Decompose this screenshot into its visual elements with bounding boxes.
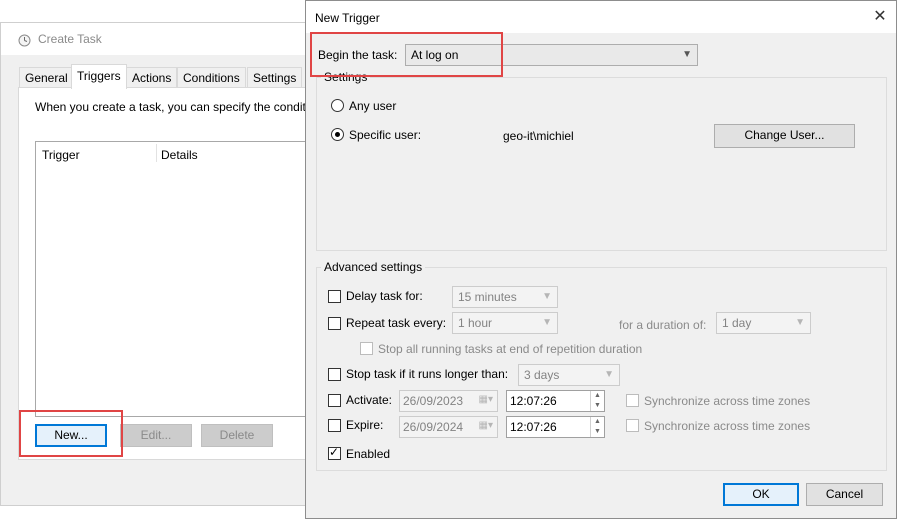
duration-label: for a duration of:: [619, 318, 707, 332]
duration-value: 1 day: [722, 316, 752, 330]
repeat-task-label[interactable]: Repeat task every:: [346, 316, 446, 330]
stop-longer-label[interactable]: Stop task if it runs longer than:: [346, 367, 508, 381]
close-icon[interactable]: ✕: [866, 5, 894, 29]
expire-date-value: 26/09/2024: [403, 420, 464, 434]
expire-label[interactable]: Expire:: [346, 418, 383, 432]
tab-actions[interactable]: Actions: [126, 67, 178, 88]
chevron-down-icon: ▼: [542, 317, 552, 328]
chevron-down-icon: ▼: [682, 49, 692, 60]
tab-triggers[interactable]: Triggers: [71, 64, 127, 89]
edit-trigger-button[interactable]: Edit...: [120, 424, 192, 447]
expire-checkbox[interactable]: [328, 419, 341, 432]
specific-user-radio[interactable]: [331, 128, 344, 141]
stop-longer-dropdown[interactable]: 3 days ▼: [518, 364, 620, 386]
activate-sync-checkbox[interactable]: [626, 394, 639, 407]
column-header-trigger[interactable]: Trigger: [42, 148, 80, 162]
any-user-radio[interactable]: [331, 99, 344, 112]
column-header-details[interactable]: Details: [161, 148, 198, 162]
expire-sync-checkbox[interactable]: [626, 419, 639, 432]
duration-dropdown[interactable]: 1 day ▼: [716, 312, 811, 334]
stop-longer-value: 3 days: [524, 368, 560, 382]
activate-sync-label[interactable]: Synchronize across time zones: [644, 394, 810, 408]
begin-task-highlight: [310, 32, 503, 77]
repeat-task-value: 1 hour: [458, 316, 493, 330]
advanced-settings-label: Advanced settings: [321, 260, 426, 274]
delay-task-checkbox[interactable]: [328, 290, 341, 303]
column-separator[interactable]: [156, 144, 157, 162]
tab-general[interactable]: General: [19, 67, 74, 88]
stop-all-tasks-checkbox[interactable]: [360, 342, 373, 355]
new-trigger-dialog: New Trigger ✕ Begin the task: At log on …: [305, 0, 897, 519]
activate-date-value: 26/09/2023: [403, 394, 464, 408]
tab-settings[interactable]: Settings: [247, 67, 303, 88]
delete-trigger-button[interactable]: Delete: [201, 424, 273, 447]
delay-task-value: 15 minutes: [458, 290, 517, 304]
stop-longer-checkbox[interactable]: [328, 368, 341, 381]
calendar-icon: ▦▾: [478, 394, 493, 405]
settings-group: [316, 77, 887, 251]
activate-date-picker[interactable]: 26/09/2023 ▦▾: [399, 390, 498, 412]
spinner-arrows-icon[interactable]: ▲ ▼: [590, 391, 604, 411]
specific-user-label[interactable]: Specific user:: [349, 128, 421, 142]
spinner-arrows-icon[interactable]: ▲ ▼: [590, 417, 604, 437]
expire-time-value: 12:07:26: [510, 420, 557, 434]
specific-user-value: geo-it\michiel: [503, 129, 574, 143]
expire-time-input[interactable]: 12:07:26 ▲ ▼: [506, 416, 605, 438]
enabled-checkbox[interactable]: [328, 445, 341, 460]
chevron-down-icon: ▼: [542, 291, 552, 302]
repeat-task-dropdown[interactable]: 1 hour ▼: [452, 312, 558, 334]
stop-all-tasks-label[interactable]: Stop all running tasks at end of repetit…: [378, 342, 642, 356]
tab-conditions[interactable]: Conditions: [177, 67, 246, 88]
change-user-button[interactable]: Change User...: [714, 124, 855, 148]
chevron-down-icon: ▼: [604, 369, 614, 380]
delay-task-dropdown[interactable]: 15 minutes ▼: [452, 286, 558, 308]
expire-sync-label[interactable]: Synchronize across time zones: [644, 419, 810, 433]
triggers-intro-text: When you create a task, you can specify …: [35, 100, 309, 114]
delay-task-label[interactable]: Delay task for:: [346, 289, 423, 303]
activate-label[interactable]: Activate:: [346, 393, 392, 407]
chevron-down-icon: ▼: [795, 317, 805, 328]
calendar-icon: ▦▾: [478, 420, 493, 431]
dialog-title: New Trigger: [315, 11, 380, 25]
create-task-title: Create Task: [38, 32, 102, 46]
any-user-label[interactable]: Any user: [349, 99, 396, 113]
repeat-task-checkbox[interactable]: [328, 317, 341, 330]
new-button-highlight: [19, 410, 123, 457]
triggers-list[interactable]: Trigger Details: [35, 141, 323, 417]
new-trigger-titlebar: [306, 1, 896, 33]
expire-date-picker[interactable]: 26/09/2024 ▦▾: [399, 416, 498, 438]
ok-button[interactable]: OK: [723, 483, 799, 506]
cancel-button[interactable]: Cancel: [806, 483, 883, 506]
enabled-label[interactable]: Enabled: [346, 447, 390, 461]
clock-icon: [18, 34, 31, 47]
triggers-panel: When you create a task, you can specify …: [18, 87, 323, 460]
activate-checkbox[interactable]: [328, 394, 341, 407]
activate-time-value: 12:07:26: [510, 394, 557, 408]
activate-time-input[interactable]: 12:07:26 ▲ ▼: [506, 390, 605, 412]
